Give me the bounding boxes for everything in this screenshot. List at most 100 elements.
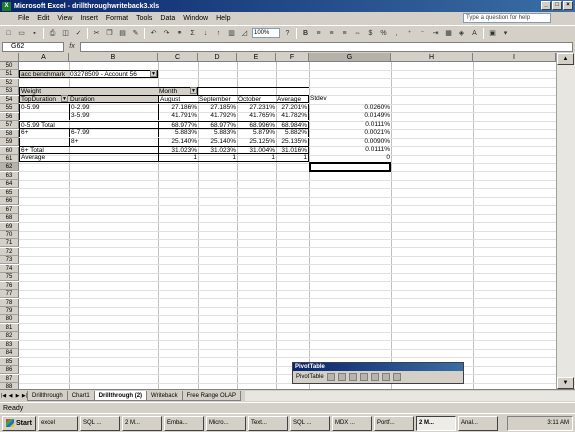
help-icon[interactable]: ? bbox=[282, 28, 293, 39]
pivot-icon[interactable]: ▣ bbox=[487, 28, 498, 39]
pivot-toolbar-title[interactable]: PivotTable bbox=[293, 363, 463, 371]
taskbar-item[interactable]: SQL ... bbox=[289, 415, 330, 431]
menu-file[interactable]: File bbox=[14, 15, 33, 22]
row-header[interactable]: 81 bbox=[0, 324, 19, 332]
indent-icon[interactable]: ⇥ bbox=[430, 28, 441, 39]
field-settings-icon[interactable] bbox=[381, 373, 390, 381]
row-header[interactable]: 52 bbox=[0, 79, 19, 87]
row-header[interactable]: 74 bbox=[0, 265, 19, 273]
help-search-input[interactable]: Type a question for help bbox=[463, 13, 551, 23]
scroll-down-icon[interactable]: ▼ bbox=[557, 377, 574, 389]
new-icon[interactable]: □ bbox=[3, 28, 14, 39]
comma-icon[interactable]: , bbox=[391, 28, 402, 39]
row-header[interactable]: 51 bbox=[0, 70, 19, 78]
percent-icon[interactable]: % bbox=[378, 28, 389, 39]
copy-icon[interactable]: ❐ bbox=[104, 28, 115, 39]
taskbar-item[interactable]: Anal... bbox=[457, 415, 498, 431]
options-icon[interactable]: ▾ bbox=[500, 28, 511, 39]
scroll-up-icon[interactable]: ▲ bbox=[557, 53, 574, 65]
chart-wizard-icon[interactable]: ▥ bbox=[226, 28, 237, 39]
page-field-value[interactable]: 03278509 - Account 56 bbox=[69, 70, 158, 78]
taskbar-item[interactable]: Portf... bbox=[373, 415, 414, 431]
print-icon[interactable]: ⎙ bbox=[47, 28, 58, 39]
row-header[interactable]: 65 bbox=[0, 189, 19, 197]
row-header[interactable]: 67 bbox=[0, 206, 19, 214]
row-header[interactable]: 73 bbox=[0, 256, 19, 264]
row-header[interactable]: 78 bbox=[0, 299, 19, 307]
row-header[interactable]: 87 bbox=[0, 375, 19, 383]
row-header[interactable]: 86 bbox=[0, 366, 19, 374]
format-report-icon[interactable] bbox=[326, 373, 335, 381]
tab-drillthrough-2[interactable]: Drillthrough (2) bbox=[93, 390, 148, 401]
taskbar-item[interactable]: Micro... bbox=[205, 415, 246, 431]
row-header[interactable]: 82 bbox=[0, 332, 19, 340]
redo-icon[interactable]: ↷ bbox=[161, 28, 172, 39]
font-color-icon[interactable]: A bbox=[469, 28, 480, 39]
first-sheet-icon[interactable]: |◀ bbox=[0, 393, 7, 399]
row-header[interactable]: 55 bbox=[0, 104, 19, 112]
taskbar-item[interactable]: 2 M... bbox=[121, 415, 162, 431]
dropdown-arrow-icon[interactable]: ▼ bbox=[150, 70, 157, 77]
hide-detail-icon[interactable] bbox=[348, 373, 357, 381]
tab-chart1[interactable]: Chart1 bbox=[66, 390, 95, 401]
chart-wizard-icon[interactable] bbox=[337, 373, 346, 381]
align-right-icon[interactable]: ≡ bbox=[339, 28, 350, 39]
sort-desc-icon[interactable]: ↑ bbox=[213, 28, 224, 39]
format-painter-icon[interactable]: ✎ bbox=[130, 28, 141, 39]
dropdown-arrow-icon[interactable]: ▼ bbox=[190, 87, 197, 94]
row-header[interactable]: 63 bbox=[0, 172, 19, 180]
select-all-corner[interactable] bbox=[0, 53, 19, 62]
col-header-g[interactable]: G bbox=[309, 53, 391, 62]
tab-free-range-olap[interactable]: Free Range OLAP bbox=[181, 390, 241, 401]
name-box[interactable]: G62 bbox=[2, 41, 64, 52]
drawing-icon[interactable]: ◿ bbox=[239, 28, 250, 39]
tab-writeback[interactable]: Writeback bbox=[146, 390, 183, 401]
row-field-duration[interactable]: Duration bbox=[69, 95, 158, 103]
horizontal-scrollbar[interactable] bbox=[244, 390, 575, 401]
cut-icon[interactable]: ✂ bbox=[91, 28, 102, 39]
pivot-menu-button[interactable]: PivotTable bbox=[296, 374, 324, 380]
zoom-select[interactable]: 100% bbox=[252, 28, 280, 38]
col-header-b[interactable]: B bbox=[69, 53, 158, 62]
row-header[interactable]: 57 bbox=[0, 121, 19, 129]
row-header[interactable]: 66 bbox=[0, 197, 19, 205]
row-header[interactable]: 60 bbox=[0, 147, 19, 155]
merge-center-icon[interactable]: ⇔ bbox=[352, 28, 363, 39]
worksheet-grid[interactable]: A B C D E F G H I 50 51 52 53 54 55 56 57 58 59 60… bbox=[0, 53, 575, 389]
row-header[interactable]: 68 bbox=[0, 214, 19, 222]
undo-icon[interactable]: ↶ bbox=[148, 28, 159, 39]
taskbar-item[interactable]: Emba... bbox=[163, 415, 204, 431]
decrease-decimal-icon[interactable]: ⁻ bbox=[417, 28, 428, 39]
menu-view[interactable]: View bbox=[53, 15, 76, 22]
row-header[interactable]: 61 bbox=[0, 155, 19, 163]
row-header[interactable]: 69 bbox=[0, 223, 19, 231]
row-header[interactable]: 77 bbox=[0, 290, 19, 298]
system-tray-clock[interactable]: 3:11 AM bbox=[507, 416, 573, 431]
row-header[interactable]: 75 bbox=[0, 273, 19, 281]
next-sheet-icon[interactable]: ▶ bbox=[14, 393, 21, 399]
menu-help[interactable]: Help bbox=[212, 15, 234, 22]
row-header[interactable]: 58 bbox=[0, 130, 19, 138]
col-header-f[interactable]: F bbox=[276, 53, 309, 62]
menu-format[interactable]: Format bbox=[102, 15, 132, 22]
fill-color-icon[interactable]: ◈ bbox=[456, 28, 467, 39]
sort-asc-icon[interactable]: ↓ bbox=[200, 28, 211, 39]
col-header-i[interactable]: I bbox=[473, 53, 556, 62]
hyperlink-icon[interactable]: ⚭ bbox=[174, 28, 185, 39]
row-header[interactable]: 70 bbox=[0, 231, 19, 239]
vertical-scrollbar[interactable]: ▲ ▼ bbox=[556, 53, 575, 389]
row-header[interactable]: 80 bbox=[0, 315, 19, 323]
taskbar-item-active[interactable]: 2 M... bbox=[415, 415, 456, 431]
start-button[interactable]: Start bbox=[2, 415, 36, 431]
menu-edit[interactable]: Edit bbox=[33, 15, 53, 22]
tab-drillthrough[interactable]: Drillthrough bbox=[27, 390, 68, 401]
col-header-a[interactable]: A bbox=[19, 53, 69, 62]
col-header-h[interactable]: H bbox=[391, 53, 473, 62]
row-header[interactable]: 71 bbox=[0, 239, 19, 247]
align-center-icon[interactable]: ≡ bbox=[326, 28, 337, 39]
row-header[interactable]: 79 bbox=[0, 307, 19, 315]
row-header[interactable]: 54 bbox=[0, 96, 19, 104]
menu-window[interactable]: Window bbox=[179, 15, 212, 22]
row-header[interactable]: 50 bbox=[0, 62, 19, 70]
menu-data[interactable]: Data bbox=[156, 15, 179, 22]
